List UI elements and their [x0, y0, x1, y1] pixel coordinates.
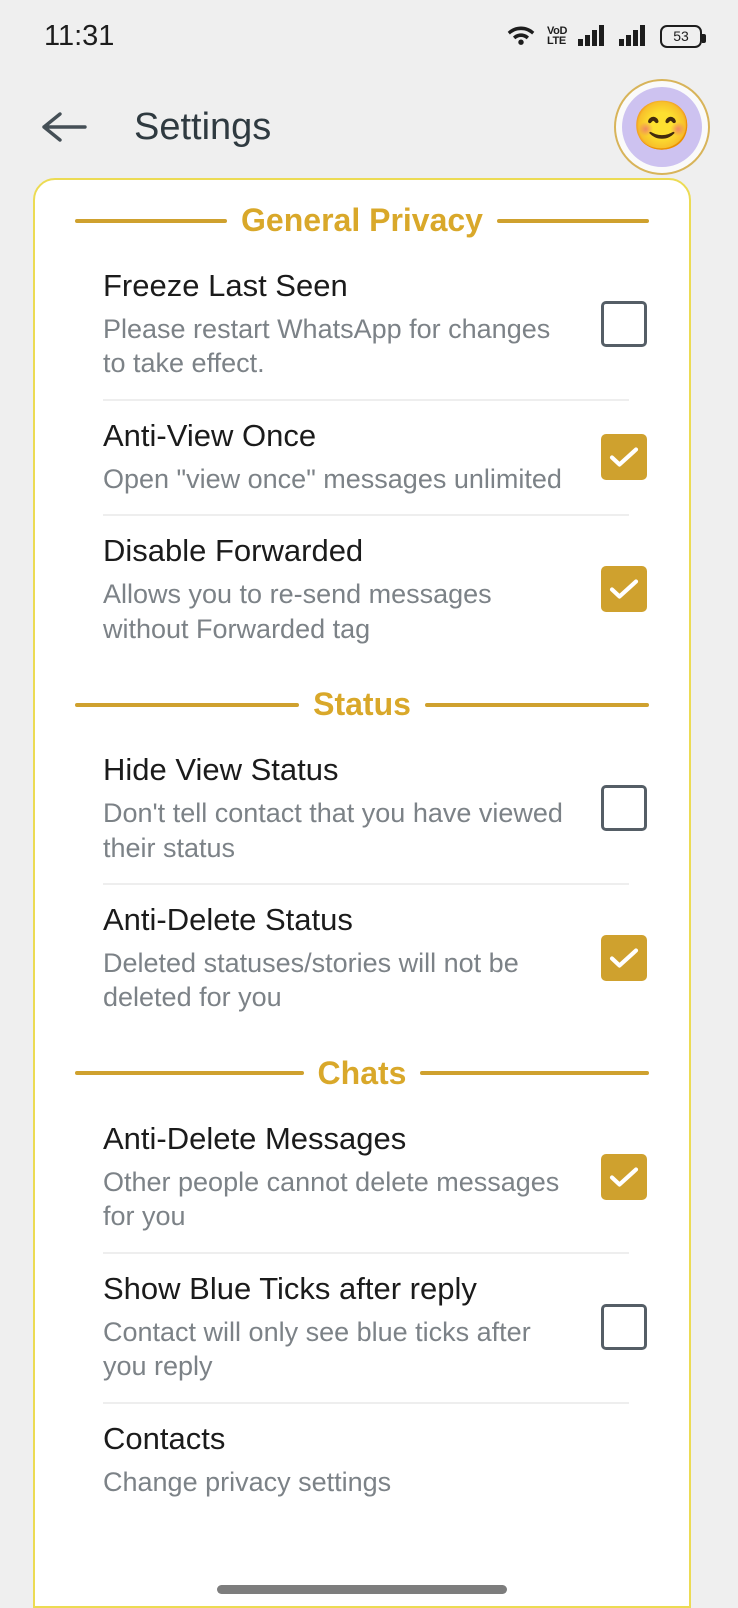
- setting-row-anti-delete-messages[interactable]: Anti-Delete Messages Other people cannot …: [35, 1102, 689, 1252]
- section-rule-right: [420, 1071, 649, 1076]
- page-title: Settings: [134, 105, 272, 148]
- battery-level-label: 53: [673, 28, 689, 44]
- setting-row-title: Anti-View Once: [103, 417, 317, 453]
- settings-card: General Privacy Freeze Last Seen Please re…: [33, 178, 691, 1608]
- setting-row-subtitle: Deleted statuses/stories will not be del…: [103, 947, 519, 1013]
- checkbox-checked[interactable]: [601, 935, 647, 982]
- section-rule-right: [496, 218, 649, 223]
- setting-row-title: Anti-Delete Status: [103, 902, 353, 938]
- checkbox-unchecked[interactable]: [601, 1303, 647, 1350]
- signal-bars-icon: [578, 22, 608, 51]
- setting-row-title: Freeze Last Seen: [103, 268, 348, 303]
- section-title: Chats: [317, 1054, 407, 1091]
- status-time: 11:31: [44, 19, 115, 52]
- setting-row-subtitle: Open "view once" messages unlimited: [103, 463, 562, 494]
- setting-row-contacts[interactable]: Contacts Change privacy settings: [35, 1401, 689, 1517]
- avatar[interactable]: 😊: [614, 79, 710, 175]
- section-header-chats: Chats: [35, 1055, 689, 1092]
- setting-row-subtitle: Contact will only see blue ticks after y…: [103, 1316, 531, 1382]
- checkbox-unchecked[interactable]: [601, 300, 647, 347]
- setting-row-title: Disable Forwarded: [103, 533, 364, 569]
- setting-row-disable-forwarded[interactable]: Disable Forwarded Allows you to re-send m…: [35, 514, 689, 664]
- setting-row-text: Hide View Status Don't tell contact that …: [103, 751, 601, 865]
- status-bar: 11:31 VoD LTE 53: [0, 0, 738, 72]
- setting-row-text: Anti-Delete Messages Other people cannot …: [103, 1120, 601, 1234]
- section-rule-left: [75, 218, 228, 223]
- gesture-nav-handle[interactable]: [217, 1585, 507, 1594]
- status-icons: VoD LTE 53: [506, 22, 706, 51]
- avatar-inner: 😊: [622, 87, 702, 167]
- settings-sections: General Privacy Freeze Last Seen Please re…: [35, 202, 689, 1517]
- setting-row-title: Hide View Status: [103, 752, 339, 788]
- setting-row-text: Contacts Change privacy settings: [103, 1420, 659, 1499]
- section-rule-left: [75, 1071, 304, 1076]
- setting-row-title: Contacts: [103, 1420, 226, 1456]
- wifi-icon: [506, 22, 536, 51]
- back-arrow-icon[interactable]: [36, 99, 92, 155]
- setting-row-subtitle: Other people cannot delete messages for …: [103, 1166, 560, 1232]
- volte-indicator-icon: VoD LTE: [547, 26, 567, 47]
- setting-row-text: Anti-View Once Open "view once" messages …: [103, 417, 601, 496]
- setting-row-freeze-last-seen[interactable]: Freeze Last Seen Please restart WhatsApp …: [35, 249, 689, 399]
- setting-row-text: Freeze Last Seen Please restart WhatsApp …: [103, 267, 601, 381]
- setting-row-text: Anti-Delete Status Deleted statuses/stori…: [103, 901, 601, 1015]
- signal-bars-icon-2: [619, 22, 649, 51]
- section-rule-right: [424, 702, 650, 707]
- setting-row-title: Show Blue Ticks after reply: [103, 1270, 477, 1306]
- setting-row-subtitle: Don't tell contact that you have viewed …: [103, 797, 563, 863]
- section-header-status: Status: [35, 686, 689, 723]
- setting-row-show-blue-ticks-after-reply[interactable]: Show Blue Ticks after reply Contact will …: [35, 1251, 689, 1402]
- setting-row-anti-view-once[interactable]: Anti-View Once Open "view once" messages …: [35, 398, 689, 514]
- section-title: Status: [313, 686, 411, 723]
- volte-line-2: LTE: [547, 35, 566, 47]
- app-bar: Settings 😊: [0, 72, 738, 182]
- section-title: General Privacy: [241, 202, 483, 238]
- setting-row-subtitle: Allows you to re-send messages without F…: [103, 579, 492, 644]
- setting-row-text: Show Blue Ticks after reply Contact will …: [103, 1270, 601, 1384]
- battery-icon: 53: [660, 24, 706, 48]
- checkbox-checked[interactable]: [601, 433, 647, 480]
- section-header-general-privacy: General Privacy: [35, 202, 689, 239]
- setting-row-subtitle: Please restart WhatsApp for changes to t…: [103, 313, 551, 379]
- setting-row-anti-delete-status[interactable]: Anti-Delete Status Deleted statuses/stori…: [35, 883, 689, 1033]
- setting-row-title: Anti-Delete Messages: [103, 1120, 407, 1156]
- section-rule-left: [75, 702, 300, 707]
- setting-row-hide-view-status[interactable]: Hide View Status Don't tell contact that …: [35, 733, 689, 883]
- checkbox-checked[interactable]: [601, 566, 647, 613]
- checkbox-unchecked[interactable]: [601, 785, 647, 832]
- smiling-face-icon: 😊: [632, 100, 692, 153]
- setting-row-text: Disable Forwarded Allows you to re-send m…: [103, 532, 601, 646]
- checkbox-checked[interactable]: [601, 1153, 647, 1200]
- setting-row-subtitle: Change privacy settings: [103, 1466, 392, 1497]
